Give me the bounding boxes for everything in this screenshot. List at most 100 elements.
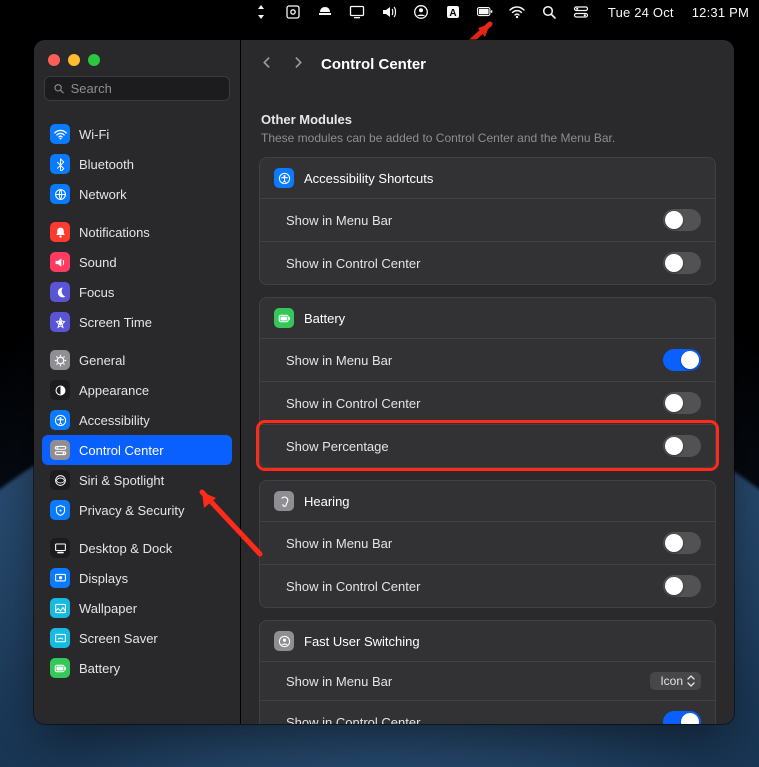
minimize-button[interactable] [68, 54, 80, 66]
sidebar-item-desktopdock[interactable]: Desktop & Dock [42, 533, 232, 563]
sidebar-item-siri[interactable]: Siri & Spotlight [42, 465, 232, 495]
option-row: Show in Control Center [260, 700, 715, 724]
sidebar-item-screensaver[interactable]: Screen Saver [42, 623, 232, 653]
menubar-time[interactable]: 12:31 PM [692, 5, 749, 20]
option-label: Show Percentage [286, 439, 389, 454]
module-battery: BatteryShow in Menu BarShow in Control C… [259, 297, 716, 468]
screenshot-icon[interactable] [284, 3, 302, 21]
appearance-icon [50, 380, 70, 400]
user-switch-icon[interactable] [412, 3, 430, 21]
option-row: Show in Menu Bar [260, 198, 715, 241]
option-label: Show in Menu Bar [286, 213, 392, 228]
sidebar-item-displays[interactable]: Displays [42, 563, 232, 593]
module-name: Accessibility Shortcuts [304, 171, 433, 186]
sidebar-item-bluetooth[interactable]: Bluetooth [42, 149, 232, 179]
forward-button[interactable] [291, 56, 307, 72]
section-subtitle: These modules can be added to Control Ce… [261, 131, 714, 145]
screensaver-icon [50, 628, 70, 648]
system-settings-window: Wi-Fi Bluetooth Network Notifications Sound F… [34, 40, 734, 724]
option-row: Show Percentage [260, 424, 715, 467]
close-button[interactable] [48, 54, 60, 66]
back-button[interactable] [261, 56, 277, 72]
network-icon [50, 184, 70, 204]
displays-icon [50, 568, 70, 588]
option-toggle[interactable] [663, 435, 701, 457]
option-row: Show in Control Center [260, 564, 715, 607]
sidebar-item-label: Bluetooth [79, 157, 134, 172]
svg-text:A: A [449, 8, 456, 19]
wallpaper-icon [50, 598, 70, 618]
siri-icon [50, 470, 70, 490]
battery-icon [274, 308, 294, 328]
battery-icon[interactable] [476, 3, 494, 21]
option-label: Show in Control Center [286, 715, 420, 725]
sound-icon [50, 252, 70, 272]
module-header: Accessibility Shortcuts [260, 158, 715, 198]
sidebar-item-focus[interactable]: Focus [42, 277, 232, 307]
module-fus: Fast User SwitchingShow in Menu BarIconS… [259, 620, 716, 724]
sidebar-item-label: Screen Time [79, 315, 152, 330]
sidebar-item-label: Control Center [79, 443, 164, 458]
module-name: Hearing [304, 494, 350, 509]
option-toggle[interactable] [663, 252, 701, 274]
wifi-icon [50, 124, 70, 144]
option-toggle[interactable] [663, 209, 701, 231]
option-toggle[interactable] [663, 392, 701, 414]
notifications-icon [50, 222, 70, 242]
option-row: Show in Control Center [260, 241, 715, 284]
sidebar-item-label: Appearance [79, 383, 149, 398]
option-toggle[interactable] [663, 711, 701, 724]
sidebar-item-accessibility[interactable]: Accessibility [42, 405, 232, 435]
sidebar-list[interactable]: Wi-Fi Bluetooth Network Notifications Sound F… [34, 111, 240, 724]
search-icon [53, 82, 65, 95]
app-icon[interactable] [316, 3, 334, 21]
option-row: Show in Menu Bar [260, 338, 715, 381]
battery-icon [50, 658, 70, 678]
controlcenter-icon [50, 440, 70, 460]
control-center-icon[interactable] [572, 3, 590, 21]
focus-icon [50, 282, 70, 302]
sidebar-item-label: Desktop & Dock [79, 541, 172, 556]
option-label: Show in Control Center [286, 256, 420, 271]
sidebar-item-battery[interactable]: Battery [42, 653, 232, 683]
search-input[interactable] [71, 81, 221, 96]
module-header: Hearing [260, 481, 715, 521]
maximize-button[interactable] [88, 54, 100, 66]
sidebar-item-notifications[interactable]: Notifications [42, 217, 232, 247]
sidebar-item-wifi[interactable]: Wi-Fi [42, 119, 232, 149]
option-toggle[interactable] [663, 532, 701, 554]
option-label: Show in Menu Bar [286, 536, 392, 551]
sidebar-item-privacy[interactable]: Privacy & Security [42, 495, 232, 525]
sidebar-item-wallpaper[interactable]: Wallpaper [42, 593, 232, 623]
sidebar-item-general[interactable]: General [42, 345, 232, 375]
detail-pane: Control Center Other Modules These modul… [241, 40, 734, 724]
menubar-date[interactable]: Tue 24 Oct [608, 5, 674, 20]
sidebar-item-label: Sound [79, 255, 117, 270]
option-toggle[interactable] [663, 349, 701, 371]
option-select[interactable]: Icon [650, 672, 701, 690]
detail-body[interactable]: Other Modules These modules can be added… [241, 88, 734, 724]
sidebar-item-label: Battery [79, 661, 120, 676]
updown-icon[interactable] [252, 3, 270, 21]
search-field[interactable] [44, 76, 230, 101]
sidebar-item-screentime[interactable]: Screen Time [42, 307, 232, 337]
volume-icon[interactable] [380, 3, 398, 21]
module-hearing: Hearing Show in Menu Bar Show in Control C… [259, 480, 716, 608]
wifi-icon[interactable] [508, 3, 526, 21]
sidebar-item-label: Displays [79, 571, 128, 586]
sidebar-item-network[interactable]: Network [42, 179, 232, 209]
spotlight-icon[interactable] [540, 3, 558, 21]
sidebar-item-appearance[interactable]: Appearance [42, 375, 232, 405]
option-toggle[interactable] [663, 575, 701, 597]
a11y-icon [274, 168, 294, 188]
option-label: Show in Menu Bar [286, 353, 392, 368]
option-label: Show in Control Center [286, 396, 420, 411]
module-header: Fast User Switching [260, 621, 715, 661]
option-row: Show in Menu Bar [260, 521, 715, 564]
detail-header: Control Center [241, 40, 734, 88]
display-icon[interactable] [348, 3, 366, 21]
keyboard-input-icon[interactable]: A [444, 3, 462, 21]
sidebar-item-controlcenter[interactable]: Control Center [42, 435, 232, 465]
sidebar-item-label: Screen Saver [79, 631, 158, 646]
sidebar-item-sound[interactable]: Sound [42, 247, 232, 277]
